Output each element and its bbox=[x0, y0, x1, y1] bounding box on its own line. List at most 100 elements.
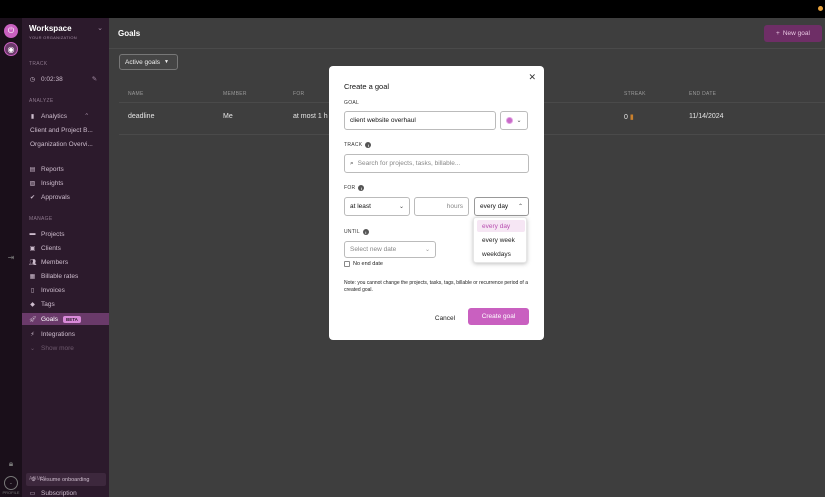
no-end-date-checkbox[interactable] bbox=[344, 261, 350, 267]
section-track: TRACK bbox=[29, 61, 48, 67]
track-label: TRACK i bbox=[344, 142, 372, 148]
sidebar: Workspace YOUR ORGANIZATION ⌄ TRACK ◷ 0:… bbox=[22, 18, 109, 497]
show-more[interactable]: ⌄ Show more bbox=[29, 342, 109, 354]
modal-note: Note: you cannot change the projects, ta… bbox=[344, 280, 528, 294]
profile-avatar[interactable]: · bbox=[4, 476, 18, 490]
goal-label-text: GOAL bbox=[344, 100, 360, 106]
cell-member: Me bbox=[223, 113, 233, 120]
rocket-icon: 🚀︎ bbox=[29, 316, 37, 323]
info-icon[interactable]: i bbox=[358, 185, 365, 191]
sidebar-item-label: Tags bbox=[41, 300, 55, 308]
cancel-button[interactable]: Cancel bbox=[430, 311, 460, 325]
notification-dot bbox=[818, 6, 823, 11]
sidebar-item-subscription[interactable]: ▭ Subscription bbox=[29, 487, 109, 497]
chevron-down-icon: ⌄ bbox=[398, 204, 404, 210]
folder-icon: ▬ bbox=[29, 231, 36, 237]
end-date-picker[interactable]: Select new date ⌄ bbox=[344, 241, 436, 258]
sidebar-item-members[interactable]: 👥︎ Members bbox=[29, 256, 109, 268]
sidebar-item-label: Billable rates bbox=[41, 272, 79, 280]
col-header-end-date[interactable]: END DATE bbox=[689, 91, 716, 97]
report-icon: ▤ bbox=[29, 166, 36, 173]
option-weekdays[interactable]: weekdays bbox=[477, 248, 525, 260]
sidebar-item-label: Approvals bbox=[41, 193, 70, 201]
sidebar-item-label: Integrations bbox=[41, 330, 75, 338]
option-every-day[interactable]: every day bbox=[477, 220, 525, 232]
check-circle-icon: ✔ bbox=[29, 194, 36, 201]
track-search-field[interactable]: ⌕ Search for projects, tasks, billable... bbox=[344, 154, 529, 173]
sidebar-item-clients[interactable]: ▣ Clients bbox=[29, 242, 109, 254]
sidebar-item-label: Goals bbox=[41, 315, 58, 323]
timer-value: 0:02:38 bbox=[41, 75, 63, 83]
cell-end-date: 11/14/2024 bbox=[689, 113, 724, 120]
clock-icon: ◷ bbox=[29, 76, 36, 83]
workspace-title[interactable]: Workspace bbox=[29, 24, 72, 33]
modal-title: Create a goal bbox=[344, 82, 390, 91]
goal-color-picker[interactable]: ⌄ bbox=[500, 111, 528, 130]
sidebar-item-integrations[interactable]: ⚡︎ Integrations bbox=[29, 328, 109, 340]
pencil-icon[interactable]: ✎ bbox=[92, 75, 97, 83]
sidebar-item-invoices[interactable]: ▯ Invoices bbox=[29, 284, 109, 296]
sidebar-item-label: Clients bbox=[41, 244, 61, 252]
rates-icon: ▦ bbox=[29, 273, 36, 280]
col-header-streak[interactable]: STREAK bbox=[624, 91, 646, 97]
col-header-for[interactable]: FOR bbox=[293, 91, 304, 97]
track-label-text: TRACK bbox=[344, 142, 363, 148]
workspace-app-icon[interactable]: ◉ bbox=[4, 42, 18, 56]
hours-input[interactable]: hours bbox=[414, 197, 469, 216]
sidebar-item-label: Reports bbox=[41, 165, 64, 173]
info-icon[interactable]: i bbox=[365, 142, 372, 148]
close-icon[interactable]: ✕ bbox=[528, 72, 536, 83]
resume-label: Resume onboarding bbox=[39, 476, 90, 483]
comparator-select[interactable]: at least ⌄ bbox=[344, 197, 410, 216]
sidebar-item-analytics[interactable]: ▮ Analytics ⌃ bbox=[29, 110, 109, 122]
sidebar-item-label: Show more bbox=[41, 344, 74, 352]
new-goal-label: New goal bbox=[782, 30, 810, 37]
sidebar-item-billable-rates[interactable]: ▦ Billable rates bbox=[29, 270, 109, 282]
goal-filter-select[interactable]: Active goals ▼ bbox=[119, 54, 178, 70]
sidebar-item-approvals[interactable]: ✔ Approvals bbox=[29, 191, 109, 203]
workspace-subtitle: YOUR ORGANIZATION bbox=[29, 35, 77, 40]
for-label-text: FOR bbox=[344, 185, 356, 191]
create-goal-button[interactable]: Create goal bbox=[468, 308, 529, 325]
profile-label: PROFILE bbox=[2, 490, 20, 495]
insights-icon: ▨ bbox=[29, 180, 36, 187]
cell-for: at most 1 h bbox=[293, 113, 328, 120]
sidebar-item-tags[interactable]: ◆ Tags bbox=[29, 298, 109, 310]
info-icon[interactable]: i bbox=[362, 229, 369, 235]
collapse-icon[interactable]: ⇥ bbox=[5, 252, 17, 264]
goal-name-input[interactable]: client website overhaul bbox=[344, 111, 496, 130]
chevron-up-icon: ⌃ bbox=[84, 113, 90, 120]
tag-icon: ◆ bbox=[30, 301, 35, 308]
sidebar-item-label: Insights bbox=[41, 179, 64, 187]
caret-down-icon: ▼ bbox=[164, 59, 169, 65]
no-end-date-option[interactable]: No end date bbox=[344, 261, 383, 267]
cell-streak: 0 ▮ bbox=[624, 113, 634, 121]
card-icon: ▭ bbox=[29, 490, 36, 497]
sidebar-item-reports[interactable]: ▤ Reports bbox=[29, 163, 109, 175]
col-header-member[interactable]: MEMBER bbox=[223, 91, 247, 97]
sidebar-item-insights[interactable]: ▨ Insights bbox=[29, 177, 109, 189]
sidebar-item-label: Projects bbox=[41, 230, 65, 238]
section-analyze: ANALYZE bbox=[29, 98, 54, 104]
create-goal-modal: ✕ Create a goal GOAL client website over… bbox=[329, 66, 544, 340]
timer[interactable]: ◷ 0:02:38 ✎ bbox=[29, 73, 109, 85]
new-goal-button[interactable]: + New goal bbox=[764, 25, 822, 42]
section-manage: MANAGE bbox=[29, 216, 53, 222]
no-end-date-label: No end date bbox=[353, 261, 383, 267]
cell-name[interactable]: deadline bbox=[128, 113, 154, 120]
track-search-placeholder: Search for projects, tasks, billable... bbox=[357, 160, 461, 167]
divider bbox=[109, 48, 825, 49]
period-select[interactable]: every day ⌃ bbox=[474, 197, 529, 216]
sidebar-item-projects[interactable]: ▬ Projects bbox=[29, 228, 109, 240]
search-icon: ⌕ bbox=[350, 159, 354, 167]
sidebar-item-client-project[interactable]: Client and Project B... bbox=[30, 124, 110, 136]
sidebar-item-org-overview[interactable]: Organization Overvi... bbox=[30, 138, 110, 150]
track-app-icon[interactable]: ⏻ bbox=[4, 24, 18, 38]
streak-value: 0 bbox=[624, 114, 628, 121]
lock-icon[interactable]: 🔒︎ bbox=[5, 458, 17, 470]
chevron-down-icon[interactable]: ⌄ bbox=[97, 24, 103, 32]
sidebar-item-goals[interactable]: 🚀︎ Goals BETA bbox=[22, 313, 109, 325]
option-every-week[interactable]: every week bbox=[477, 234, 525, 246]
col-header-name[interactable]: NAME bbox=[128, 91, 144, 97]
sidebar-item-label: Analytics bbox=[41, 112, 68, 120]
